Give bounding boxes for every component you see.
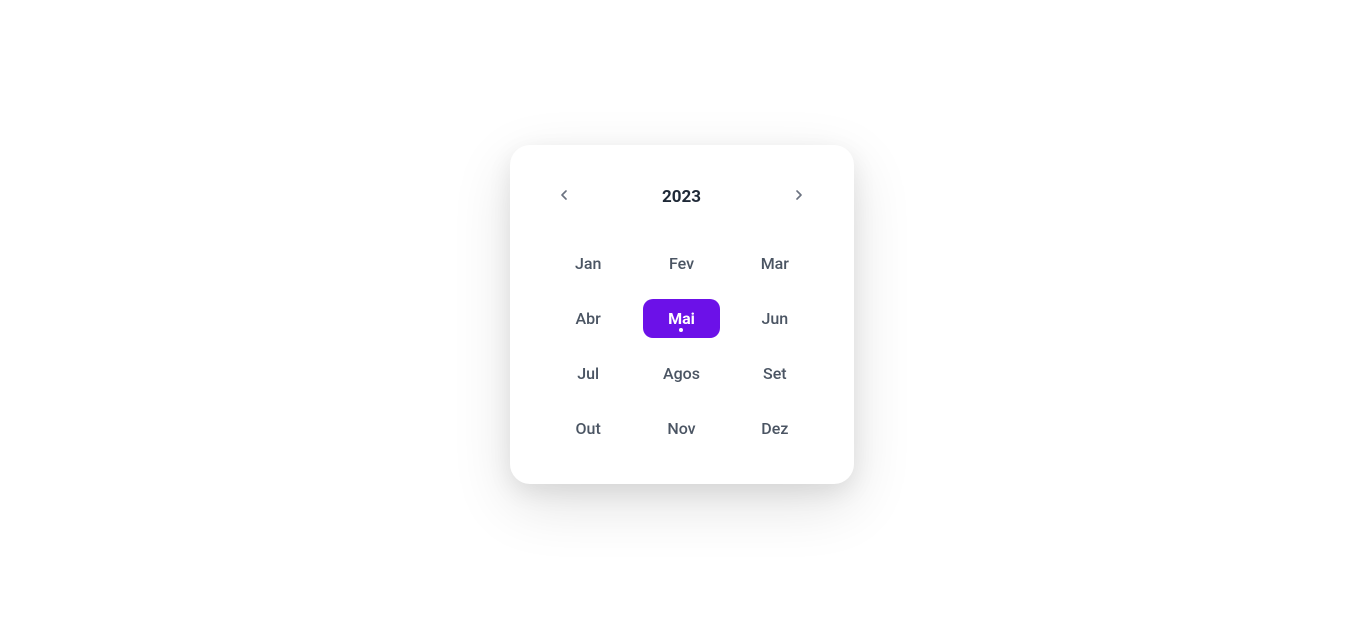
month-jan[interactable]: Jan xyxy=(550,244,627,283)
picker-header: 2023 xyxy=(550,181,814,212)
month-picker: 2023 Jan Fev Mar Abr Mai Jun xyxy=(510,145,854,484)
prev-year-button[interactable] xyxy=(550,181,578,212)
month-label: Jul xyxy=(577,364,599,383)
next-year-button[interactable] xyxy=(785,181,813,212)
month-agos[interactable]: Agos xyxy=(643,354,720,393)
month-label: Fev xyxy=(669,254,694,273)
month-label: Jan xyxy=(575,254,601,273)
month-fev[interactable]: Fev xyxy=(643,244,720,283)
month-label: Out xyxy=(576,419,601,438)
chevron-right-icon xyxy=(791,187,807,206)
month-label: Nov xyxy=(667,419,695,438)
month-label: Jun xyxy=(761,309,788,328)
month-dez[interactable]: Dez xyxy=(736,409,813,448)
month-mai[interactable]: Mai xyxy=(643,299,720,338)
month-label: Agos xyxy=(663,364,700,383)
month-set[interactable]: Set xyxy=(736,354,813,393)
month-nov[interactable]: Nov xyxy=(643,409,720,448)
year-label[interactable]: 2023 xyxy=(662,187,701,207)
month-label: Set xyxy=(763,364,787,383)
chevron-left-icon xyxy=(556,187,572,206)
month-jul[interactable]: Jul xyxy=(550,354,627,393)
month-label: Dez xyxy=(761,419,788,438)
month-jun[interactable]: Jun xyxy=(736,299,813,338)
current-indicator-dot xyxy=(679,328,683,332)
month-label: Mar xyxy=(761,254,789,273)
months-grid: Jan Fev Mar Abr Mai Jun Jul Agos Set Out xyxy=(550,244,814,448)
month-mar[interactable]: Mar xyxy=(736,244,813,283)
month-label: Abr xyxy=(576,309,601,328)
month-out[interactable]: Out xyxy=(550,409,627,448)
month-abr[interactable]: Abr xyxy=(550,299,627,338)
month-label: Mai xyxy=(668,309,695,328)
